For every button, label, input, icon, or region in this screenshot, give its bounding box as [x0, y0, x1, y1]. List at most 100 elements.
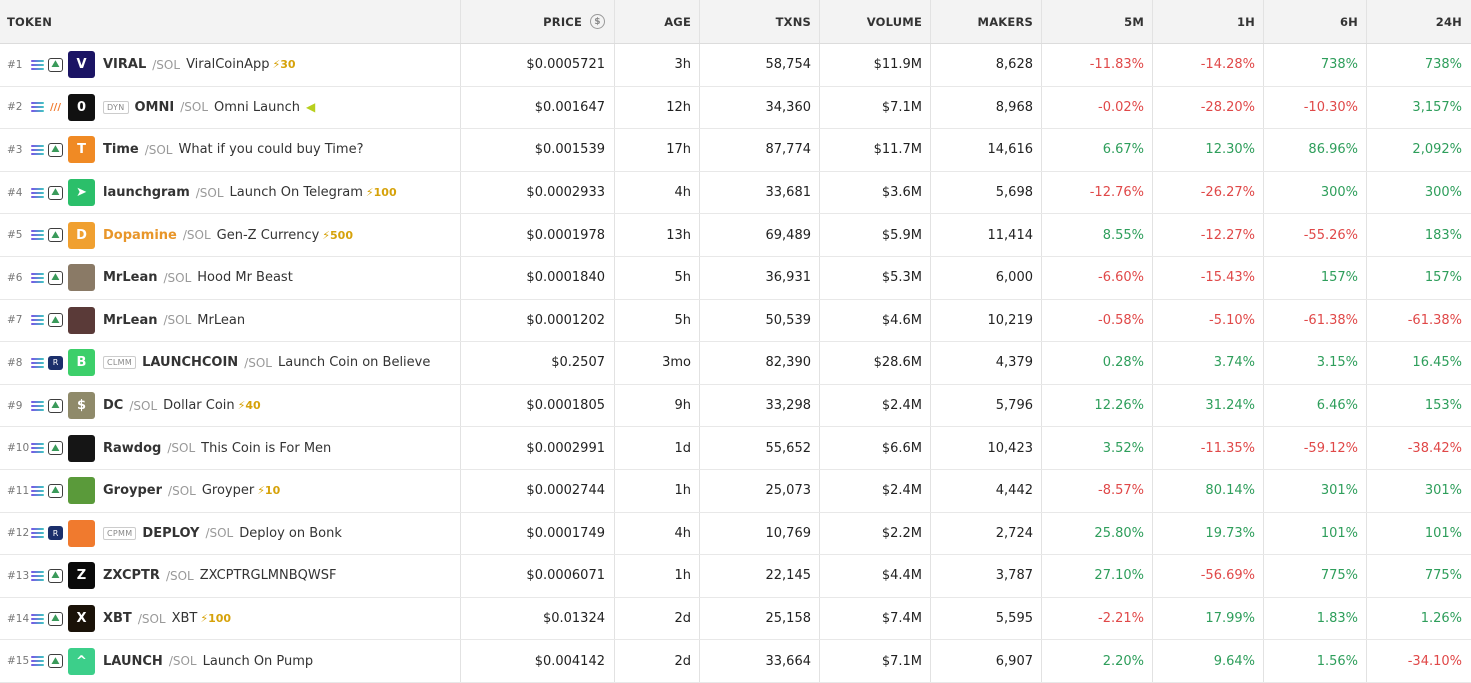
currency-toggle-icon[interactable]: $	[590, 14, 605, 29]
table-row[interactable]: #6 ⛰ MrLean/SOL Hood Mr Beast $0.0001840 5h 36…	[0, 256, 1471, 300]
header-volume[interactable]: VOLUME	[820, 0, 931, 43]
table-row[interactable]: #5 ⛰ D Dopamine/SOL Gen-Z Currency ⚡500 $0.000…	[0, 214, 1471, 257]
table-row[interactable]: #3 ⛰ T Time/SOL What if you could buy Time? $…	[0, 129, 1471, 172]
token-cell[interactable]: #11 ⛰ Groyper/SOL Groyper ⚡10	[0, 469, 461, 512]
token-cell[interactable]: #3 ⛰ T Time/SOL What if you could buy Time?	[0, 129, 461, 171]
txns-value: 22,145	[765, 568, 812, 584]
change-24h-cell: -61.38%	[1367, 300, 1471, 342]
age-cell: 3h	[615, 44, 700, 86]
token-cell[interactable]: #15 ⛰ ^ LAUNCH/SOL Launch On Pump	[0, 640, 461, 682]
table-row[interactable]: #13 ⛰ Z ZXCPTR/SOL ZXCPTRGLMNBQWSF $0.0006071…	[0, 555, 1471, 598]
volume-value: $11.7M	[873, 142, 922, 158]
age-cell: 4h	[615, 171, 700, 214]
price-cell: $0.001647	[461, 86, 615, 129]
change-5m-cell: 8.55%	[1042, 214, 1153, 256]
change-5m-cell: 6.67%	[1042, 129, 1153, 171]
change-1h-cell: 17.99%	[1153, 597, 1264, 640]
token-cell[interactable]: #2 /// 0 DYN OMNI/SOL Omni Launch ◀	[0, 86, 461, 129]
token-cell[interactable]: #10 ⛰ Rawdog/SOL This Coin is For Men	[0, 427, 461, 469]
change-24h-value: 300%	[1424, 185, 1462, 201]
token-cell[interactable]: #8 R B CLMM LAUNCHCOIN/SOL Launch Coin on Bel…	[0, 342, 461, 384]
pump-icon: ⛰	[48, 441, 63, 456]
table-row[interactable]: #9 ⛰ $ DC/SOL Dollar Coin ⚡40 $0.0001805 9h 33,2…	[0, 384, 1471, 428]
quote-symbol: /SOL	[182, 228, 211, 243]
makers-cell: 10,219	[931, 299, 1042, 342]
token-cell[interactable]: #4 ⛰ ➤ launchgram/SOL Launch On Telegram ⚡100	[0, 171, 461, 214]
table-row[interactable]: #14 ⛰ X XBT/SOL XBT ⚡100 $0.01324 2d 25,158 $7.4M…	[0, 597, 1471, 641]
token-cell[interactable]: #7 ⛰ MrLean/SOL MrLean	[0, 299, 461, 342]
table-row[interactable]: #8 R B CLMM LAUNCHCOIN/SOL Launch Coin on Bel…	[0, 342, 1471, 385]
volume-value: $6.6M	[881, 440, 922, 456]
header-24h[interactable]: 24H	[1367, 0, 1471, 43]
token-name: Dollar Coin	[163, 398, 235, 414]
age-cell: 17h	[615, 129, 700, 171]
txns-cell: 55,652	[700, 427, 820, 469]
change-24h-cell: 101%	[1367, 513, 1471, 555]
header-txns[interactable]: TXNS	[700, 0, 820, 43]
price-value: $0.0001202	[526, 312, 605, 328]
txns-value: 82,390	[765, 355, 812, 371]
change-1h-value: 80.14%	[1205, 483, 1255, 499]
header-1h[interactable]: 1H	[1153, 0, 1264, 43]
token-cell[interactable]: #14 ⛰ X XBT/SOL XBT ⚡100	[0, 597, 461, 640]
header-5m[interactable]: 5M	[1042, 0, 1153, 43]
rank-label: #8	[7, 356, 23, 369]
token-cell[interactable]: #6 ⛰ MrLean/SOL Hood Mr Beast	[0, 256, 461, 299]
pool-type-badge: CPMM	[103, 526, 137, 540]
table-row[interactable]: #1 ⛰ V VIRAL/SOL ViralCoinApp ⚡30 $0.0005721 3h…	[0, 44, 1471, 87]
table-row[interactable]: #7 ⛰ MrLean/SOL MrLean $0.0001202 5h 50,539 $4.…	[0, 299, 1471, 343]
change-6h-value: 1.56%	[1316, 653, 1358, 669]
change-1h-value: 17.99%	[1205, 611, 1255, 627]
makers-cell: 8,628	[931, 44, 1042, 86]
table-row[interactable]: #12 R CPMM DEPLOY/SOL Deploy on Bonk $0.00017…	[0, 512, 1471, 556]
quote-symbol: /SOL	[195, 185, 224, 200]
header-price[interactable]: PRICE $	[461, 0, 615, 43]
volume-value: $3.6M	[881, 185, 922, 201]
dopamine-logo-icon: D	[68, 221, 95, 249]
quote-symbol: /SOL	[168, 483, 196, 498]
header-age[interactable]: AGE	[615, 0, 700, 43]
change-6h-cell: 157%	[1264, 256, 1367, 299]
txns-cell: 25,158	[700, 597, 820, 640]
change-5m-value: 3.52%	[1102, 440, 1144, 456]
table-header: TOKEN PRICE $ AGE TXNS VOLUME MAKERS 5M 1…	[0, 0, 1471, 44]
table-row[interactable]: #4 ⛰ ➤ launchgram/SOL Launch On Telegram ⚡100…	[0, 171, 1471, 215]
change-1h-value: 12.30%	[1205, 142, 1255, 158]
age-cell: 12h	[615, 86, 700, 129]
token-name: ZXCPTRGLMNBQWSF	[199, 568, 337, 584]
table-row[interactable]: #2 /// 0 DYN OMNI/SOL Omni Launch ◀ $0.001647 12…	[0, 86, 1471, 130]
header-makers[interactable]: MAKERS	[931, 0, 1042, 43]
table-row[interactable]: #11 ⛰ Groyper/SOL Groyper ⚡10 $0.0002744 1h 25,…	[0, 469, 1471, 513]
volume-cell: $4.4M	[820, 555, 931, 597]
header-token[interactable]: TOKEN	[0, 0, 461, 43]
rank-label: #10	[7, 442, 30, 455]
table-row[interactable]: #15 ⛰ ^ LAUNCH/SOL Launch On Pump $0.004142 2d…	[0, 640, 1471, 683]
change-5m-value: -11.83%	[1089, 57, 1144, 73]
txns-value: 87,774	[765, 142, 812, 158]
token-cell[interactable]: #5 ⛰ D Dopamine/SOL Gen-Z Currency ⚡500	[0, 214, 461, 256]
token-cell[interactable]: #13 ⛰ Z ZXCPTR/SOL ZXCPTRGLMNBQWSF	[0, 555, 461, 597]
table-row[interactable]: #10 ⛰ Rawdog/SOL This Coin is For Men $0.000…	[0, 427, 1471, 470]
change-1h-value: -56.69%	[1200, 568, 1255, 584]
token-name: ViralCoinApp	[186, 57, 270, 73]
price-value: $0.0001749	[526, 525, 605, 541]
header-6h[interactable]: 6H	[1264, 0, 1367, 43]
token-symbol: MrLean	[103, 312, 158, 328]
change-6h-cell: 6.46%	[1264, 384, 1367, 427]
change-24h-value: 16.45%	[1412, 355, 1462, 371]
pump-icon: ⛰	[48, 313, 63, 328]
token-cell[interactable]: #9 ⛰ $ DC/SOL Dollar Coin ⚡40	[0, 384, 461, 427]
txns-value: 34,360	[765, 99, 812, 115]
header-token-label: TOKEN	[7, 14, 53, 29]
volume-cell: $28.6M	[820, 342, 931, 384]
volume-value: $28.6M	[873, 355, 922, 371]
makers-cell: 6,000	[931, 256, 1042, 299]
token-cell[interactable]: #12 R CPMM DEPLOY/SOL Deploy on Bonk	[0, 512, 461, 555]
txns-cell: 58,754	[700, 44, 820, 86]
token-cell[interactable]: #1 ⛰ V VIRAL/SOL ViralCoinApp ⚡30	[0, 44, 461, 86]
token-name: Deploy on Bonk	[239, 525, 342, 541]
solana-icon	[31, 230, 44, 241]
age-cell: 2d	[615, 597, 700, 640]
rank-label: #3	[7, 143, 23, 156]
volume-value: $2.4M	[881, 398, 922, 414]
